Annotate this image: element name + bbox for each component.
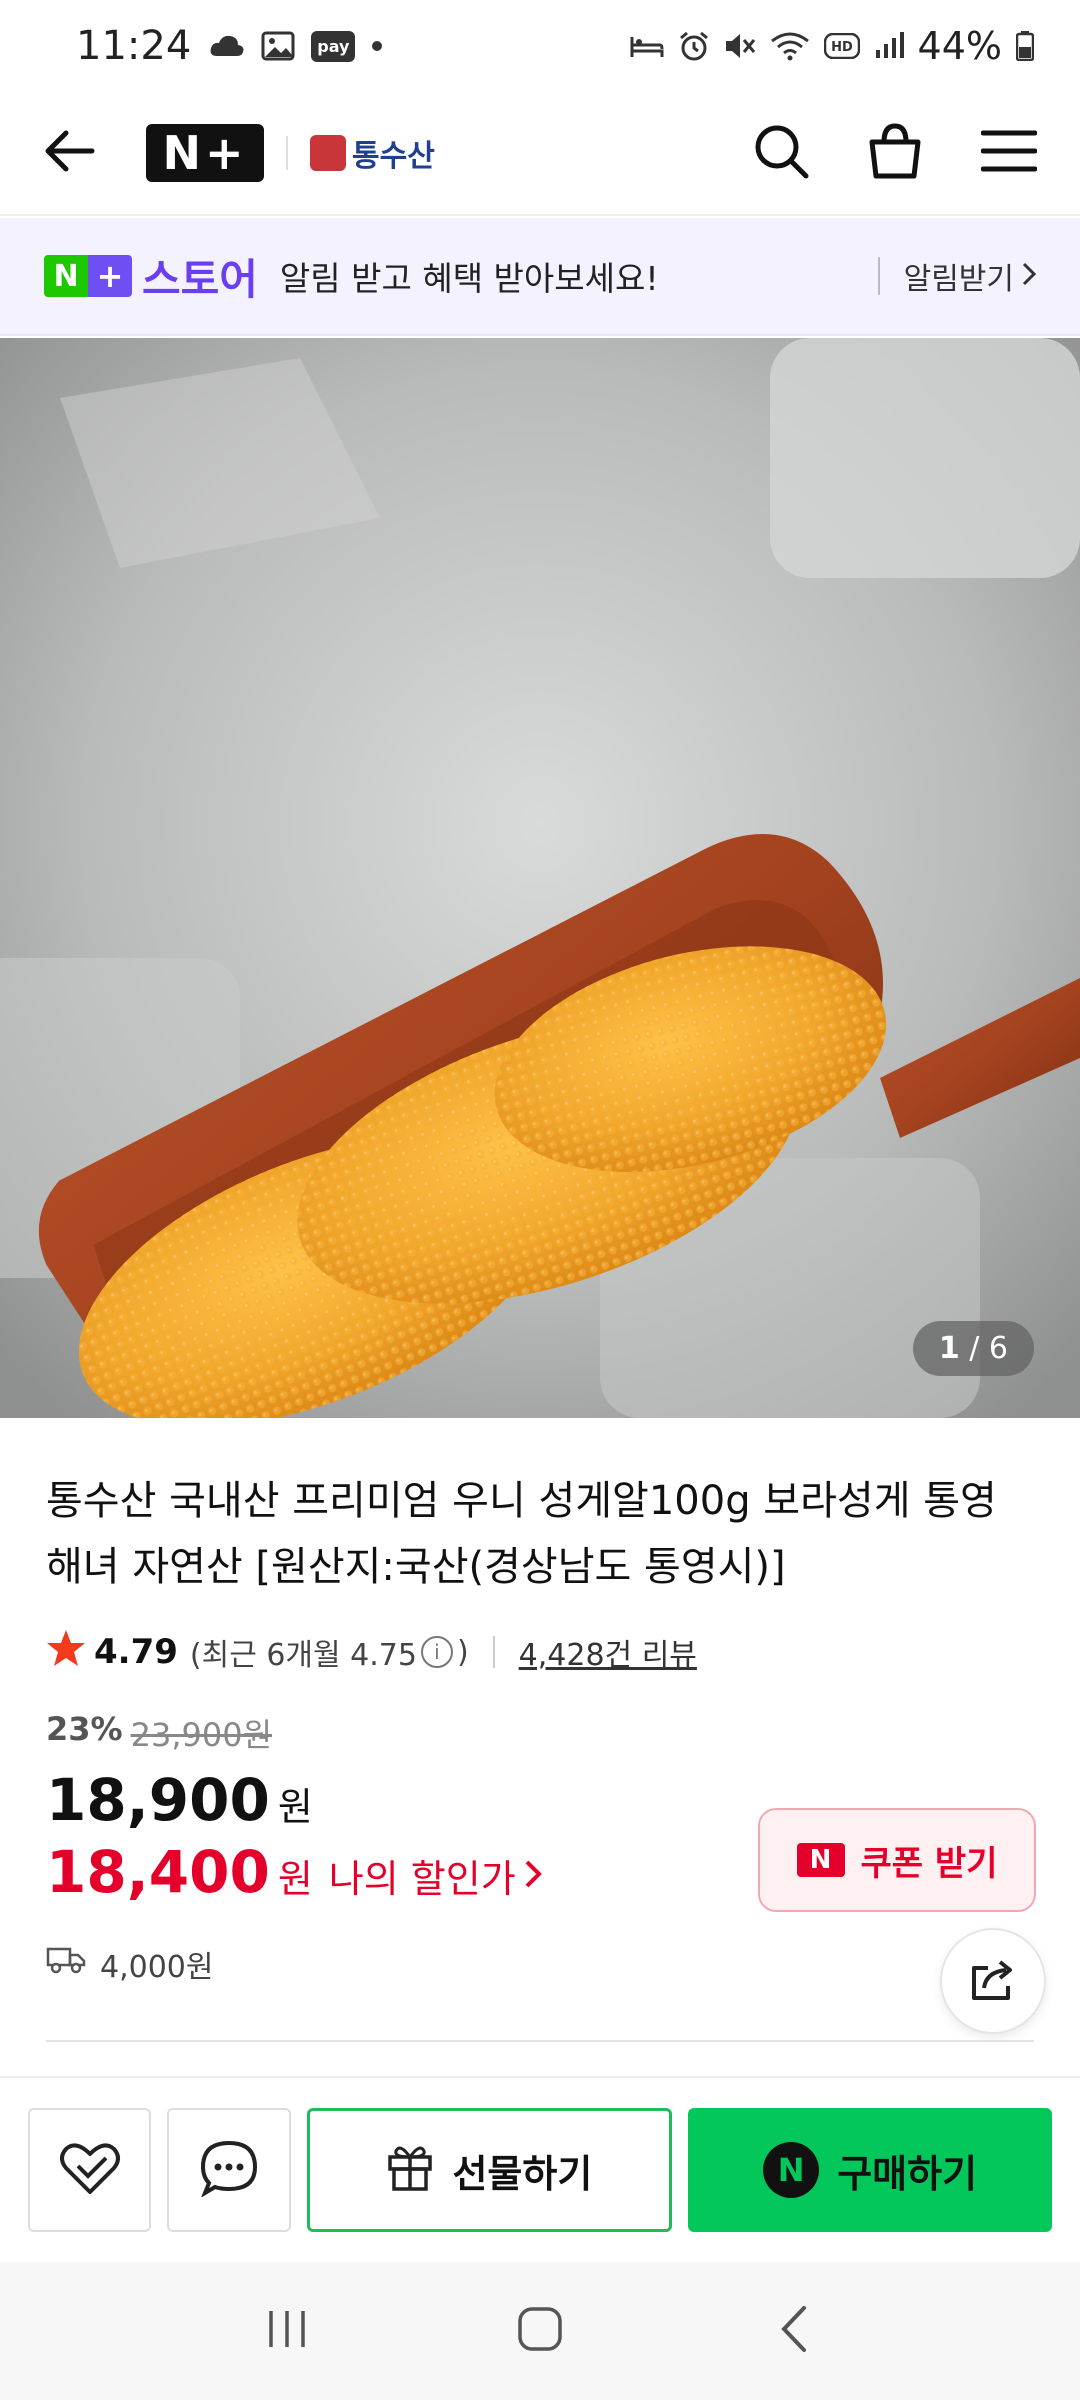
store-notification-banner[interactable]: N + 스토어 알림 받고 혜택 받아보세요! 알림받기 [0,218,1080,336]
recents-icon [265,2309,309,2353]
rating-divider [492,1636,495,1668]
naver-pay-icon: N [763,2142,820,2198]
naver-plus-logo[interactable]: N+ [146,124,264,182]
coupon-label: 쿠폰 받기 [860,1843,998,1884]
pager-total: / 6 [969,1331,1008,1366]
chevron-right-icon [1022,259,1037,294]
share-button[interactable] [940,1928,1046,2034]
truck-icon [46,1945,86,1983]
home-button[interactable] [500,2291,580,2371]
svg-text:HD: HD [831,40,853,55]
sale-price: 18,900 [46,1766,270,1834]
brand-name: 통수산 [352,139,435,174]
buy-label: 구매하기 [837,2151,978,2196]
share-icon [968,1956,1018,2006]
naver-n-icon: N [796,1843,845,1877]
gift-label: 선물하기 [452,2151,593,2196]
dot-icon [371,40,383,52]
cart-icon [866,122,924,184]
gift-icon [386,2141,434,2200]
banner-message: 알림 받고 혜택 받아보세요! [279,259,659,298]
battery-icon [1016,31,1034,61]
nav-back-icon [778,2305,808,2357]
product-title: 통수산 국내산 프리미엄 우니 성게알100g 보라성게 통영 해녀 자연산 [… [46,1478,997,1590]
recents-button[interactable] [247,2291,327,2371]
my-discount-link[interactable]: 나의 할인가 [329,1848,542,1903]
wishlist-button[interactable] [28,2108,152,2232]
cloud-icon [209,34,245,58]
section-divider [46,2040,1034,2042]
notification-subscribe-link[interactable]: 알림받기 [877,257,1037,297]
my-discount-price: 18,400 [46,1838,270,1906]
store-label: 스토어 [142,254,258,304]
brand-mark-icon [310,135,346,171]
recent-rating-close: ) [456,1634,469,1670]
shipping-fee: 4,000원 [100,1950,214,1985]
discount-row: 23% 23,900원 [46,1710,1034,1756]
discount-percent: 23% [46,1710,123,1748]
product-image-carousel[interactable]: 1 / 6 [0,338,1080,1418]
shipping-row: 4,000원 [46,1942,213,1986]
alarm-icon [678,30,710,62]
original-price: 23,900원 [130,1716,273,1754]
header-divider [286,136,288,170]
subscribe-label: 알림받기 [903,262,1014,297]
status-bar: 11:24 pay HD 44% [0,0,1080,92]
pay-icon: pay [311,30,356,62]
hd-icon: HD [823,33,860,59]
buy-button[interactable]: N 구매하기 [688,2108,1052,2232]
gift-button[interactable]: 선물하기 [306,2108,673,2232]
search-button[interactable] [750,122,812,184]
rating-row: 4.79 (최근 6개월 4.75 i ) 4,428건 리뷰 [46,1628,1034,1676]
chevron-right-icon [524,1854,542,1898]
my-discount-label: 나의 할인가 [328,1857,516,1901]
chat-icon [199,2139,259,2201]
wifi-icon [770,31,810,61]
system-back-button[interactable] [753,2291,833,2371]
pager-current: 1 [938,1331,960,1366]
bed-icon [630,33,664,59]
recent-rating: (최근 6개월 4.75 [189,1638,417,1673]
menu-icon [980,129,1038,177]
product-photo [0,338,1080,1418]
image-pager: 1 / 6 [912,1321,1034,1376]
app-header: N+ 통수산 [0,92,1080,216]
home-icon [517,2306,563,2356]
menu-button[interactable] [978,122,1040,184]
system-nav-bar [0,2262,1080,2400]
np-small-logo: N + [44,255,132,297]
signal-icon [874,32,904,60]
battery-percent: 44% [917,24,1002,68]
info-icon[interactable]: i [420,1636,453,1668]
mute-icon [724,31,756,61]
heart-icon [58,2140,122,2200]
sale-price-unit: 원 [277,1785,313,1829]
rating-value: 4.79 [94,1632,178,1672]
purchase-action-bar: 선물하기 N 구매하기 [0,2076,1080,2262]
back-arrow-icon [44,129,96,177]
gallery-icon [261,31,295,61]
status-time: 11:24 [76,23,192,69]
talk-button[interactable] [167,2108,291,2232]
star-icon [46,1628,94,1676]
cart-button[interactable] [864,122,926,184]
coupon-button[interactable]: N 쿠폰 받기 [758,1808,1036,1912]
my-price-unit: 원 [277,1857,313,1901]
reviews-link[interactable]: 4,428건 리뷰 [519,1630,697,1674]
naver-plus-store-logo: N + 스토어 [44,246,258,307]
back-button[interactable] [40,123,100,183]
search-icon [752,122,810,184]
brand-logo[interactable]: 통수산 [310,131,435,175]
